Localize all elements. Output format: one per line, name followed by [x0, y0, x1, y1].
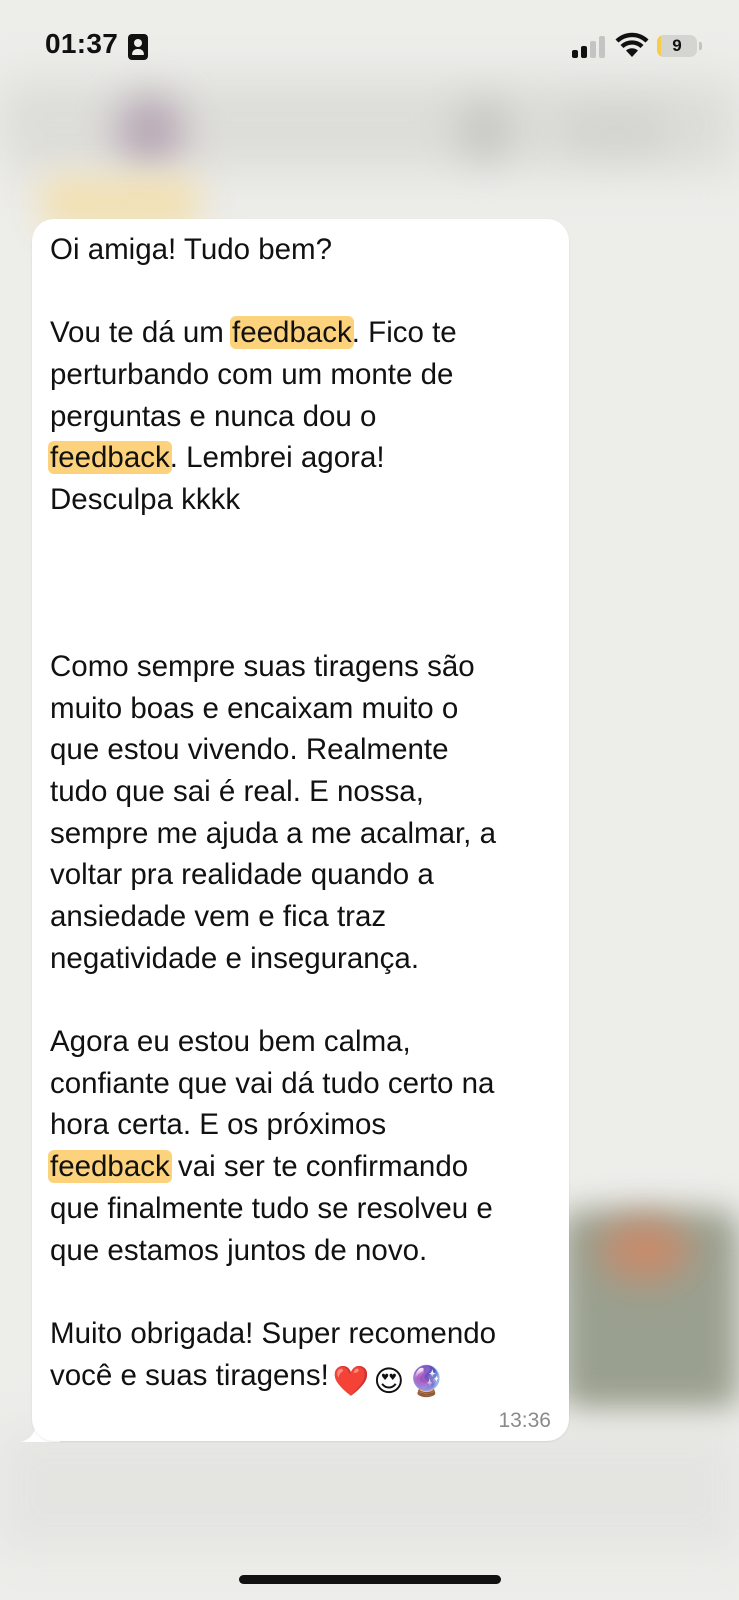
message-line: muito boas e encaixam muito o	[50, 688, 555, 730]
message-text-segment: confiante que vai dá tudo certo na	[50, 1066, 495, 1100]
status-time: 01:37	[45, 28, 119, 59]
contact-card-icon	[128, 34, 148, 60]
message-text-segment: . Fico te	[351, 316, 457, 350]
message-line: que estamos juntos de novo.	[50, 1230, 555, 1272]
search-highlight: feedback	[48, 441, 172, 475]
message-line: voltar pra realidade quando a	[50, 854, 555, 896]
message-text-segment: Oi amiga! Tudo bem?	[50, 233, 333, 266]
message-text-segment: você e suas tiragens!	[50, 1358, 329, 1392]
home-indicator[interactable]	[239, 1575, 501, 1584]
message-text-segment: que finalmente tudo se resolveu e	[50, 1191, 493, 1225]
message-text-segment: perguntas e nunca dou o	[50, 399, 377, 433]
message-line: Desculpa kkkk	[50, 479, 555, 521]
message-text: Oi amiga! Tudo bem? Vou te dá um feedback…	[48, 229, 555, 1398]
message-line: feedback vai ser te confirmando	[48, 1146, 555, 1188]
blurred-avatar	[115, 95, 185, 165]
message-line: hora certa. E os próximos	[50, 1104, 555, 1146]
status-bar: 01:37 9	[0, 0, 739, 92]
message-line	[50, 604, 555, 646]
message-line: Oi amiga! Tudo bem?	[50, 229, 555, 271]
message-line	[50, 521, 555, 563]
message-line	[50, 979, 555, 1021]
message-line	[50, 563, 555, 605]
message-text-segment: muito boas e encaixam muito o	[50, 691, 459, 725]
search-highlight: feedback	[230, 316, 354, 350]
message-text-segment: voltar pra realidade quando a	[50, 858, 434, 892]
message-line: ansiedade vem e fica traz	[50, 896, 555, 938]
message-text-segment: Vou te dá um	[50, 316, 233, 350]
message-line: Agora eu estou bem calma,	[50, 1021, 555, 1063]
message-text-segment: ansiedade vem e fica traz	[50, 900, 387, 933]
battery-cap	[699, 42, 702, 50]
cellular-signal-icon	[572, 34, 606, 58]
message-bubble[interactable]: Oi amiga! Tudo bem? Vou te dá um feedback…	[32, 219, 569, 1441]
message-text-segment: sempre me ajuda a me acalmar, a	[50, 816, 496, 850]
message-text-segment: perturbando com um monte de	[50, 358, 454, 392]
battery-icon: 9	[657, 35, 697, 57]
message-text-segment: Desculpa kkkk	[50, 483, 241, 517]
message-line: perturbando com um monte de	[50, 354, 555, 396]
blurred-header-icon	[455, 100, 515, 160]
search-highlight: feedback	[48, 1150, 172, 1184]
message-text-segment: hora certa. E os próximos	[50, 1108, 387, 1142]
message-line: você e suas tiragens! ❤️ 😍 🔮	[50, 1355, 555, 1398]
battery-level: 9	[672, 36, 682, 55]
message-line: perguntas e nunca dou o	[50, 396, 555, 438]
message-line: tudo que sai é real. E nossa,	[50, 771, 555, 813]
message-line	[50, 1271, 555, 1313]
message-text-segment: Agora eu estou bem calma,	[50, 1025, 411, 1059]
message-text-segment: que estamos juntos de novo.	[50, 1233, 428, 1267]
message-line: Como sempre suas tiragens são	[50, 646, 555, 688]
message-line: que estou vivendo. Realmente	[50, 729, 555, 771]
message-text-segment: Muito obrigada! Super recomendo	[50, 1316, 497, 1350]
message-line: Vou te dá um feedback. Fico te	[50, 312, 555, 354]
heart-eyes-emoji: 😍	[373, 1364, 405, 1398]
message-line: Muito obrigada! Super recomendo	[50, 1313, 555, 1355]
blurred-header-actions	[560, 110, 670, 150]
message-line	[50, 271, 555, 313]
blurred-photo-detail	[600, 1220, 690, 1280]
message-text-segment: . Lembrei agora!	[169, 441, 385, 475]
message-line: confiante que vai dá tudo certo na	[50, 1063, 555, 1105]
message-line: feedback. Lembrei agora!	[48, 437, 555, 479]
crystal-ball-emoji: 🔮	[408, 1364, 446, 1398]
message-text-segment: Como sempre suas tiragens são	[50, 649, 475, 683]
message-timestamp: 13:36	[498, 1409, 551, 1432]
message-text-segment: que estou vivendo. Realmente	[50, 733, 449, 767]
message-text-segment: negatividade e insegurança.	[50, 941, 420, 975]
message-line: negatividade e insegurança.	[50, 938, 555, 980]
wifi-icon	[615, 32, 649, 57]
message-text-segment: vai ser te confirmando	[169, 1150, 469, 1184]
message-text-segment: tudo que sai é real. E nossa,	[50, 774, 424, 808]
heart-emoji: ❤️	[332, 1364, 370, 1398]
message-line: sempre me ajuda a me acalmar, a	[50, 813, 555, 855]
blurred-input-bar	[0, 1430, 739, 1550]
message-line: que finalmente tudo se resolveu e	[50, 1188, 555, 1230]
